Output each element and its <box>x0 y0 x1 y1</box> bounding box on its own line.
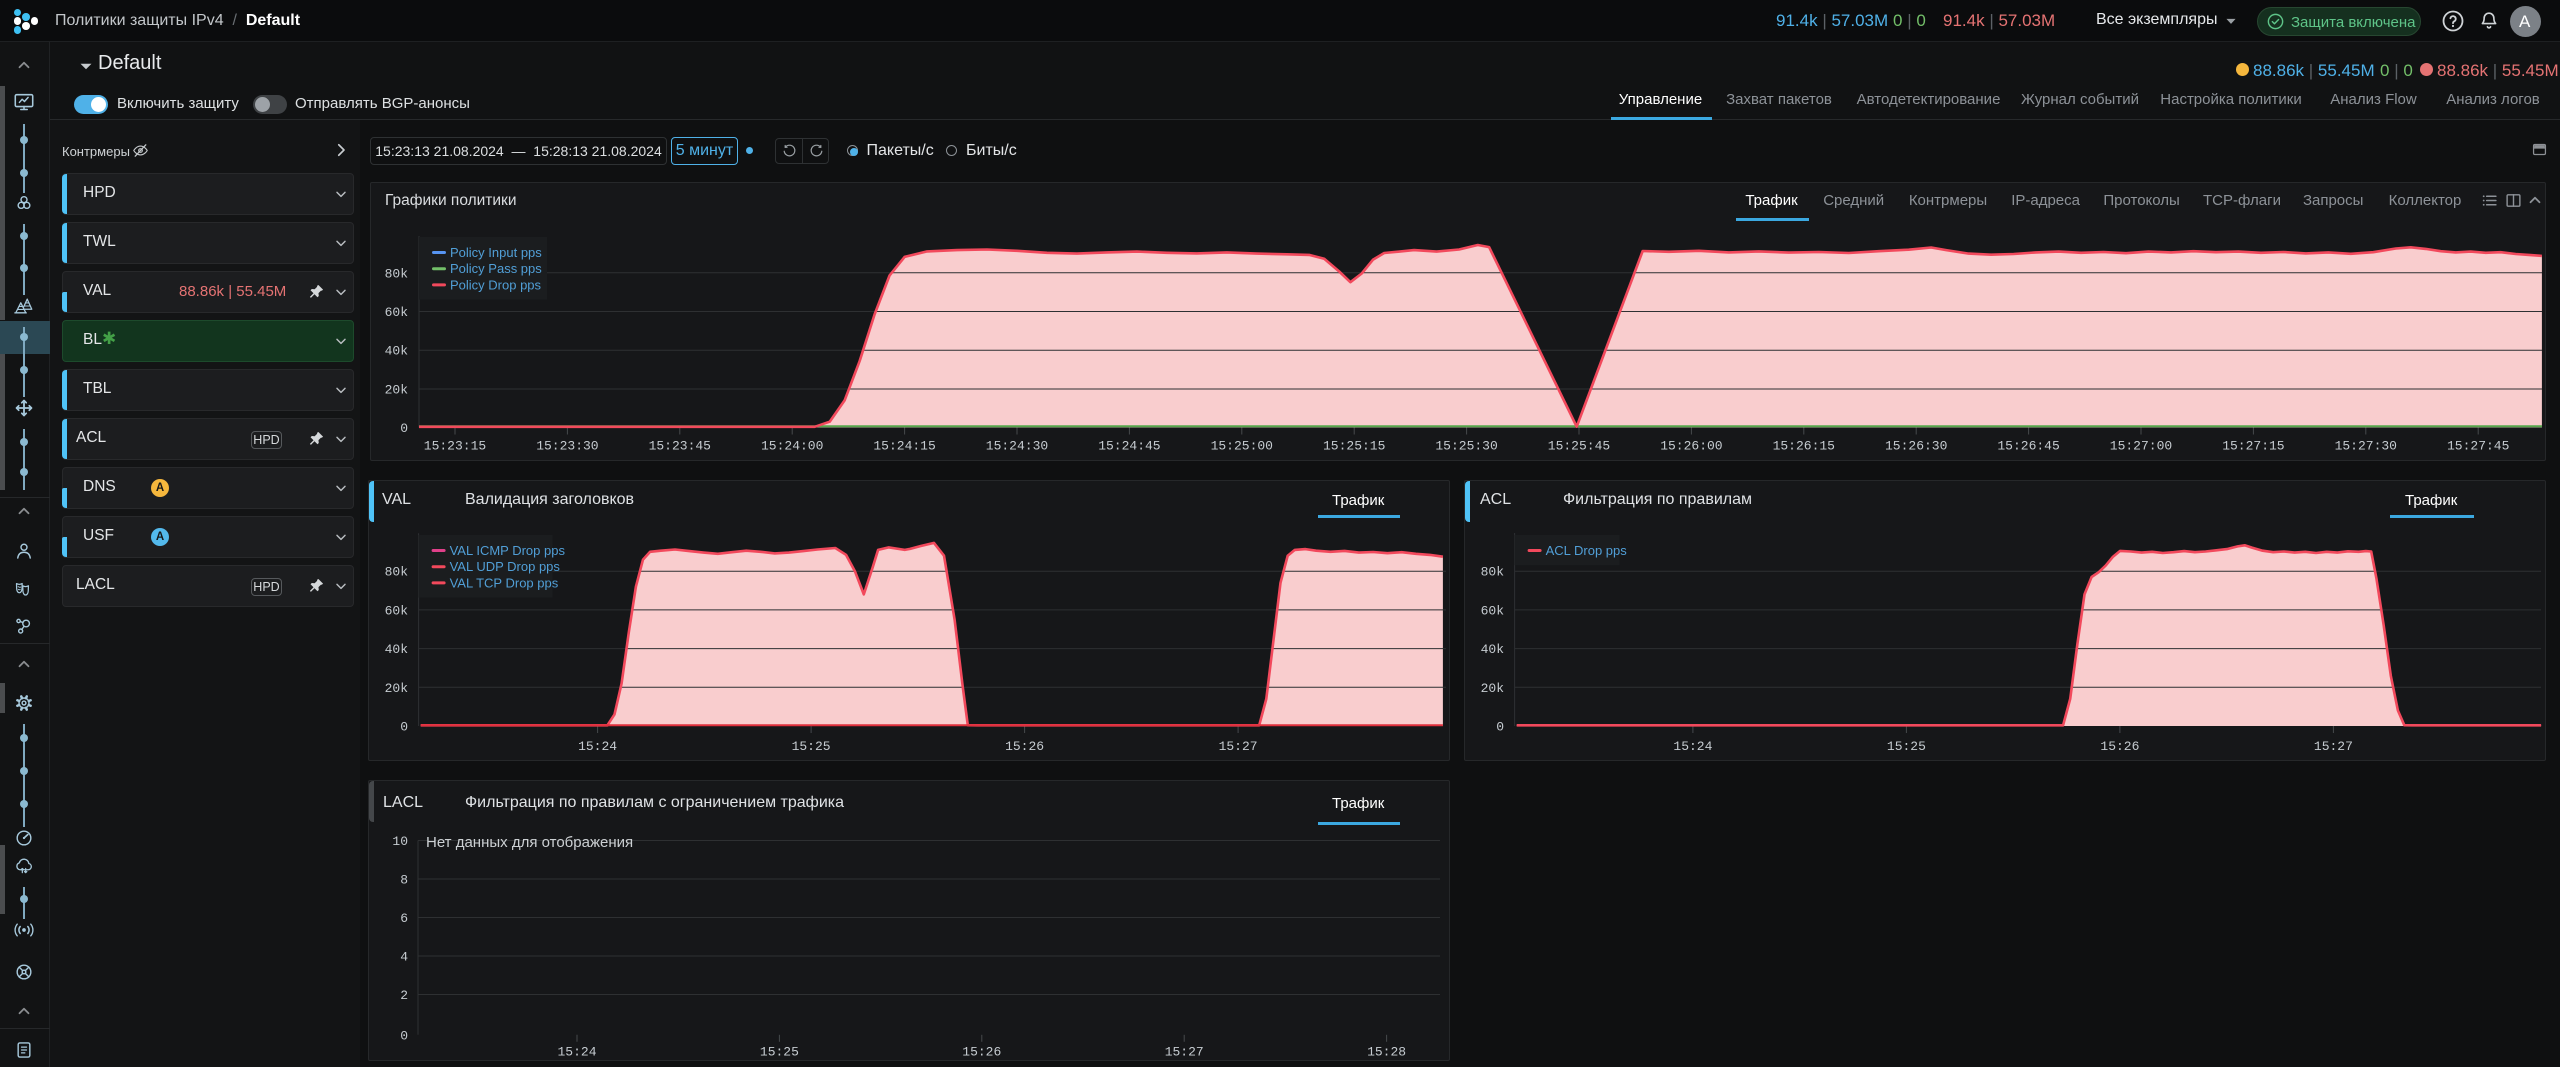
svg-text:Policy Input pps: Policy Input pps <box>450 245 542 260</box>
svg-text:15:23:30: 15:23:30 <box>536 439 598 454</box>
svg-text:80k: 80k <box>1481 565 1505 580</box>
svg-text:VAL ICMP Drop pps: VAL ICMP Drop pps <box>450 543 566 558</box>
svg-text:ACL Drop pps: ACL Drop pps <box>1546 543 1628 558</box>
svg-text:0: 0 <box>400 720 408 735</box>
svg-text:Нет данных для отображения: Нет данных для отображения <box>426 834 633 851</box>
svg-text:15:24:15: 15:24:15 <box>873 439 935 454</box>
svg-text:15:27:30: 15:27:30 <box>2335 439 2397 454</box>
svg-text:VAL TCP Drop pps: VAL TCP Drop pps <box>450 575 559 590</box>
svg-text:15:25: 15:25 <box>760 1045 799 1060</box>
svg-text:80k: 80k <box>385 266 409 281</box>
svg-text:15:24:30: 15:24:30 <box>986 439 1048 454</box>
svg-text:15:24: 15:24 <box>578 739 617 754</box>
svg-text:60k: 60k <box>385 305 409 320</box>
svg-text:15:24:45: 15:24:45 <box>1098 439 1160 454</box>
svg-text:15:26:00: 15:26:00 <box>1660 439 1722 454</box>
svg-text:20k: 20k <box>385 681 409 696</box>
svg-text:60k: 60k <box>1481 603 1505 618</box>
svg-text:0: 0 <box>1496 720 1504 735</box>
svg-text:15:25: 15:25 <box>792 739 831 754</box>
svg-text:10: 10 <box>392 834 408 849</box>
svg-text:VAL UDP Drop pps: VAL UDP Drop pps <box>450 559 561 574</box>
svg-text:15:24: 15:24 <box>557 1045 596 1060</box>
svg-text:2: 2 <box>400 988 408 1003</box>
svg-text:15:26: 15:26 <box>2100 739 2139 754</box>
svg-text:60k: 60k <box>385 603 409 618</box>
svg-text:20k: 20k <box>385 383 409 398</box>
svg-text:15:26: 15:26 <box>1005 739 1044 754</box>
svg-text:0: 0 <box>400 1028 408 1043</box>
svg-text:Policy Drop pps: Policy Drop pps <box>450 277 542 292</box>
svg-text:15:24: 15:24 <box>1673 739 1712 754</box>
svg-text:15:23:45: 15:23:45 <box>649 439 711 454</box>
svg-text:15:25:30: 15:25:30 <box>1435 439 1497 454</box>
svg-text:15:26:30: 15:26:30 <box>1885 439 1947 454</box>
svg-text:15:27: 15:27 <box>1219 739 1258 754</box>
svg-text:15:27:15: 15:27:15 <box>2222 439 2284 454</box>
svg-text:15:23:15: 15:23:15 <box>424 439 486 454</box>
svg-text:8: 8 <box>400 873 408 888</box>
svg-text:15:26: 15:26 <box>962 1045 1001 1060</box>
svg-text:80k: 80k <box>385 565 409 580</box>
svg-text:15:24:00: 15:24:00 <box>761 439 823 454</box>
svg-text:40k: 40k <box>385 642 409 657</box>
svg-text:15:25:00: 15:25:00 <box>1211 439 1273 454</box>
svg-text:15:28: 15:28 <box>1367 1045 1406 1060</box>
svg-text:15:27:45: 15:27:45 <box>2447 439 2509 454</box>
svg-text:20k: 20k <box>1481 681 1505 696</box>
svg-text:15:26:15: 15:26:15 <box>1773 439 1835 454</box>
svg-text:15:25:15: 15:25:15 <box>1323 439 1385 454</box>
svg-text:15:25:45: 15:25:45 <box>1548 439 1610 454</box>
svg-text:40k: 40k <box>385 344 409 359</box>
svg-text:15:27:00: 15:27:00 <box>2110 439 2172 454</box>
svg-text:6: 6 <box>400 911 408 926</box>
svg-text:15:27: 15:27 <box>1165 1045 1204 1060</box>
svg-text:0: 0 <box>400 421 408 436</box>
svg-text:40k: 40k <box>1481 642 1505 657</box>
svg-text:15:26:45: 15:26:45 <box>1997 439 2059 454</box>
svg-text:Policy Pass pps: Policy Pass pps <box>450 261 542 276</box>
svg-text:4: 4 <box>400 950 408 965</box>
svg-text:15:25: 15:25 <box>1887 739 1926 754</box>
svg-text:15:27: 15:27 <box>2314 739 2353 754</box>
